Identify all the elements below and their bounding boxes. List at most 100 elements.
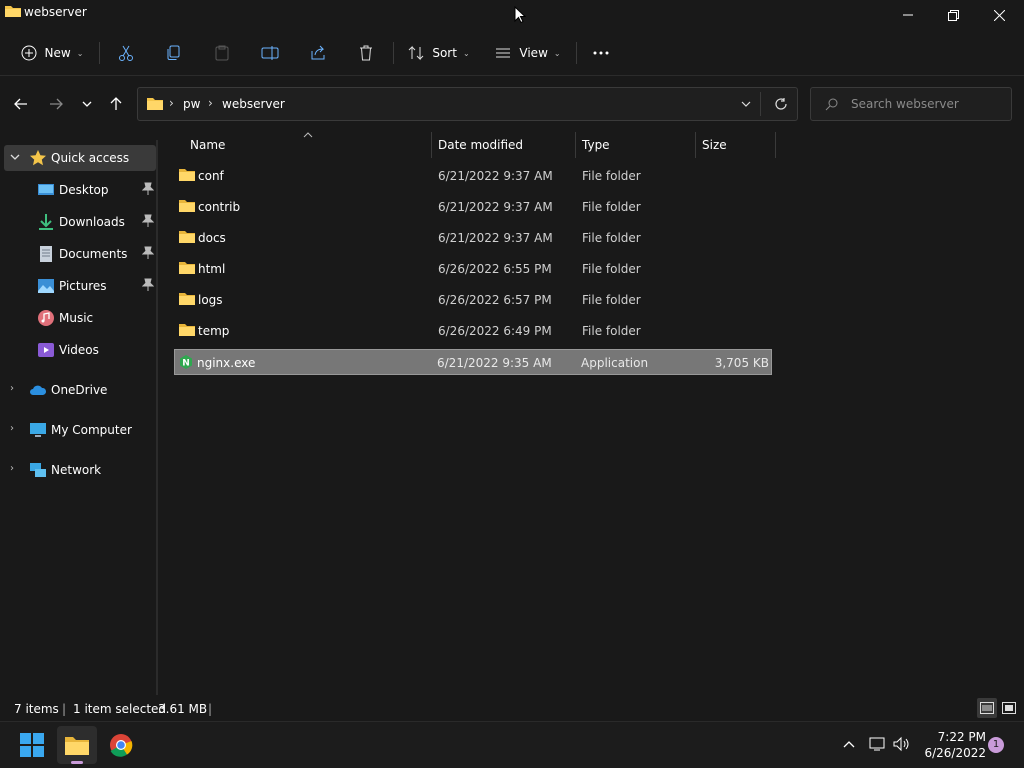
clock-time: 7:22 PM: [937, 730, 986, 744]
refresh-icon[interactable]: [774, 97, 788, 111]
pin-icon[interactable]: [142, 214, 154, 228]
item-count: 7 items: [14, 702, 59, 716]
column-divider[interactable]: [775, 132, 776, 158]
column-divider[interactable]: [431, 132, 432, 158]
pictures-icon: [38, 279, 54, 293]
selection-size: 3.61 MB: [158, 702, 208, 716]
sidebar-item-downloads[interactable]: Downloads: [4, 209, 156, 235]
chevron-right-icon[interactable]: ›: [10, 463, 14, 474]
forward-button[interactable]: [44, 92, 68, 116]
cut-button[interactable]: [110, 37, 142, 69]
details-view-button[interactable]: [977, 698, 997, 718]
chevron-down-icon: ⌄: [462, 48, 470, 58]
new-button[interactable]: New ⌄: [14, 37, 90, 69]
breadcrumb-pw[interactable]: pw: [183, 97, 200, 111]
column-header-type[interactable]: Type: [582, 132, 694, 158]
more-options-button[interactable]: [586, 37, 616, 69]
file-type: File folder: [582, 200, 641, 214]
column-header-name[interactable]: Name: [190, 132, 430, 158]
table-row[interactable]: logs 6/26/2022 6:57 PM File folder: [174, 287, 772, 313]
close-button[interactable]: [976, 0, 1022, 30]
chrome-taskbar-button[interactable]: [101, 726, 141, 764]
window-title: webserver: [24, 5, 87, 19]
sidebar-item-label: Videos: [59, 343, 99, 357]
file-type: Application: [581, 356, 649, 370]
sidebar-item-onedrive[interactable]: › OneDrive: [4, 377, 156, 403]
pin-icon[interactable]: [142, 278, 154, 292]
search-input[interactable]: Search webserver: [810, 87, 1012, 121]
breadcrumb-webserver[interactable]: webserver: [222, 97, 285, 111]
view-icon: [496, 48, 511, 58]
chevron-down-icon[interactable]: [10, 154, 20, 160]
chevron-down-icon[interactable]: [741, 101, 751, 107]
table-row[interactable]: html 6/26/2022 6:55 PM File folder: [174, 256, 772, 282]
clock-date: 6/26/2022: [924, 746, 986, 760]
sidebar-item-pictures[interactable]: Pictures: [4, 273, 156, 299]
navigation-bar: › pw › webserver Search webserver: [0, 76, 1024, 132]
nginx-icon: N: [180, 355, 192, 369]
minimize-button[interactable]: [885, 0, 931, 30]
folder-icon: [179, 293, 195, 305]
table-row[interactable]: temp 6/26/2022 6:49 PM File folder: [174, 318, 772, 344]
file-name: docs: [198, 231, 226, 245]
paste-button[interactable]: [206, 37, 238, 69]
folder-icon: [179, 200, 195, 212]
restore-button[interactable]: [930, 0, 976, 30]
folder-app-icon: [5, 6, 21, 17]
sidebar-item-label: Quick access: [51, 151, 130, 165]
copy-icon: [167, 45, 180, 60]
chevron-down-icon: [82, 101, 92, 107]
star-icon: [30, 150, 46, 166]
table-row[interactable]: contrib 6/21/2022 9:37 AM File folder: [174, 194, 772, 220]
file-name: logs: [198, 293, 223, 307]
pin-icon[interactable]: [142, 182, 154, 196]
large-icons-view-icon: [1002, 702, 1016, 714]
start-button[interactable]: [12, 726, 52, 764]
sidebar-item-desktop[interactable]: Desktop: [4, 177, 156, 203]
sidebar-item-videos[interactable]: Videos: [4, 337, 156, 363]
copy-button[interactable]: [158, 37, 190, 69]
view-button[interactable]: View ⌄: [492, 37, 564, 69]
chevron-right-icon[interactable]: ›: [10, 423, 14, 434]
clock[interactable]: 7:22 PM 6/26/2022: [914, 729, 986, 761]
back-button[interactable]: [9, 92, 33, 116]
column-label: Name: [190, 138, 226, 152]
file-explorer-taskbar-button[interactable]: [57, 726, 97, 764]
pin-icon[interactable]: [142, 246, 154, 260]
column-divider[interactable]: [695, 132, 696, 158]
table-row[interactable]: docs 6/21/2022 9:37 AM File folder: [174, 225, 772, 251]
search-icon: [825, 98, 838, 111]
file-name: nginx.exe: [197, 356, 256, 370]
volume-icon[interactable]: [893, 736, 911, 752]
sidebar-item-quick-access[interactable]: Quick access: [4, 145, 156, 171]
table-row[interactable]: N nginx.exe 6/21/2022 9:35 AM Applicatio…: [174, 349, 772, 375]
restore-icon: [947, 9, 959, 21]
rename-button[interactable]: [254, 37, 286, 69]
sidebar-item-network[interactable]: › Network: [4, 457, 156, 483]
chevron-up-icon[interactable]: [843, 740, 855, 748]
up-button[interactable]: [104, 92, 128, 116]
table-row[interactable]: conf 6/21/2022 9:37 AM File folder: [174, 163, 772, 189]
desktop-icon: [38, 184, 54, 195]
column-header-date-modified[interactable]: Date modified: [438, 132, 574, 158]
delete-button[interactable]: [350, 37, 382, 69]
column-divider[interactable]: [575, 132, 576, 158]
breadcrumb-separator: ›: [208, 96, 213, 110]
arrow-left-icon: [14, 98, 27, 110]
file-type: File folder: [582, 262, 641, 276]
network-status-icon[interactable]: [869, 736, 887, 752]
share-button[interactable]: [302, 37, 334, 69]
sort-button[interactable]: Sort ⌄: [404, 37, 474, 69]
address-bar[interactable]: › pw › webserver: [137, 87, 798, 121]
large-icons-view-button[interactable]: [999, 698, 1019, 718]
column-header-size[interactable]: Size: [702, 132, 774, 158]
sidebar-item-documents[interactable]: Documents: [4, 241, 156, 267]
taskbar: 7:22 PM 6/26/2022 1: [0, 721, 1024, 768]
chevron-right-icon[interactable]: ›: [10, 383, 14, 394]
more-icon: [593, 51, 609, 55]
recent-locations-button[interactable]: [75, 92, 99, 116]
sidebar-item-music[interactable]: Music: [4, 305, 156, 331]
notification-badge[interactable]: 1: [988, 737, 1004, 753]
sidebar-item-my-computer[interactable]: › My Computer: [4, 417, 156, 443]
mouse-pointer-icon: [514, 6, 526, 24]
